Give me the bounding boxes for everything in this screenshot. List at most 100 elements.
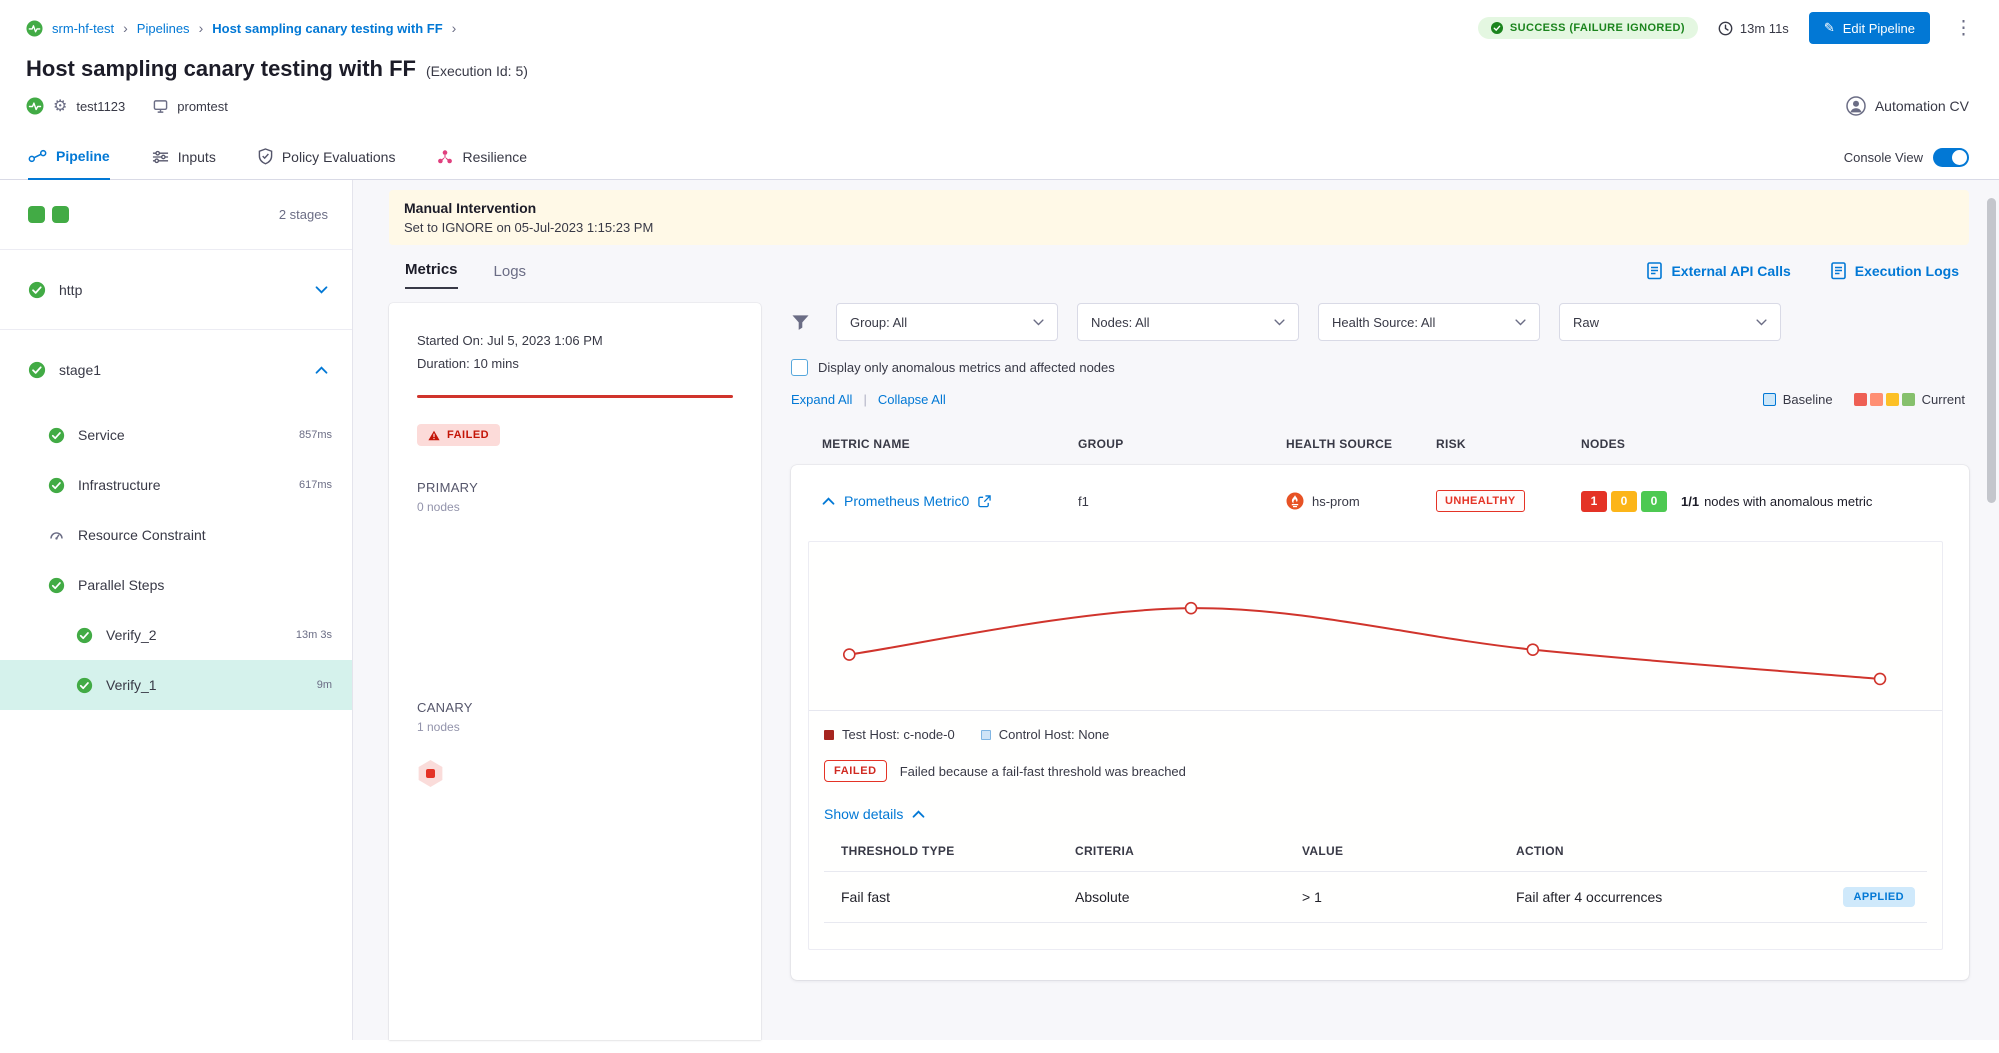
anomalous-checkbox[interactable] — [791, 359, 808, 376]
collapse-metric-chevron-icon[interactable] — [822, 497, 835, 505]
nodes-filter-select[interactable]: Nodes: All — [1077, 303, 1299, 341]
success-check-icon — [48, 577, 65, 594]
control-host-legend: Control Host: None — [981, 727, 1110, 742]
sidebar-step-verify-1[interactable]: Verify_1 9m — [0, 660, 352, 710]
criteria-cell: Absolute — [1075, 889, 1302, 905]
scrollbar-thumb[interactable] — [1987, 198, 1996, 503]
col-criteria: CRITERIA — [1075, 844, 1302, 858]
control-host-swatch — [981, 730, 991, 740]
sidebar-step-resource-constraint[interactable]: Resource Constraint — [0, 510, 352, 560]
node-count-badge: 1 — [1581, 491, 1607, 512]
sidebar-step-verify-2[interactable]: Verify_2 13m 3s — [0, 610, 352, 660]
col-group: GROUP — [1078, 437, 1286, 451]
sidebar-step-service[interactable]: Service 857ms — [0, 410, 352, 460]
breadcrumb-project[interactable]: srm-hf-test — [52, 21, 114, 36]
chevron-down-icon[interactable] — [315, 286, 328, 294]
data-type-select[interactable]: Raw — [1559, 303, 1781, 341]
external-api-calls-link[interactable]: External API Calls — [1647, 262, 1790, 280]
show-details-link[interactable]: Show details — [809, 782, 940, 822]
success-check-icon — [28, 281, 46, 299]
started-on: Started On: Jul 5, 2023 1:06 PM — [417, 333, 733, 348]
stage-status-square — [52, 206, 69, 223]
baseline-label: Baseline — [1783, 392, 1833, 407]
chevron-up-icon[interactable] — [315, 366, 328, 374]
failure-reason-row: FAILED Failed because a fail-fast thresh… — [809, 742, 1942, 782]
environment-name[interactable]: promtest — [177, 99, 228, 114]
metric-timeseries-chart[interactable] — [809, 542, 1942, 711]
inputs-icon — [152, 150, 169, 164]
external-link-icon[interactable] — [978, 495, 991, 508]
host-legend: Test Host: c-node-0 Control Host: None — [809, 711, 1942, 742]
gear-icon: ⚙ — [53, 96, 67, 116]
sidebar-step-infrastructure[interactable]: Infrastructure 617ms — [0, 460, 352, 510]
prometheus-icon — [1286, 492, 1304, 510]
title-row: Host sampling canary testing with FF (Ex… — [0, 44, 1999, 82]
document-icon — [1647, 262, 1663, 280]
tab-inputs[interactable]: Inputs — [152, 149, 216, 179]
tab-policy-evaluations[interactable]: Policy Evaluations — [258, 148, 396, 179]
node-badges: 100 — [1581, 491, 1667, 512]
expand-all-link[interactable]: Expand All — [791, 392, 852, 407]
chart-color-legend: Baseline Current — [1763, 392, 1969, 407]
sidebar-stage-stage1[interactable]: stage1 — [0, 330, 352, 410]
top-bar: srm-hf-test › Pipelines › Host sampling … — [0, 0, 1999, 44]
more-options-icon[interactable]: ⋮ — [1950, 17, 1977, 40]
step-duration: 9m — [317, 679, 332, 691]
failed-badge: FAILED — [824, 760, 887, 782]
service-name[interactable]: test1123 — [76, 99, 125, 114]
edit-pipeline-button[interactable]: ✎ Edit Pipeline — [1809, 12, 1930, 44]
threshold-table: THRESHOLD TYPE CRITERIA VALUE ACTION Fai… — [824, 844, 1927, 923]
nodes-summary: 1/1nodes with anomalous metric — [1681, 494, 1872, 509]
manual-intervention-banner: Manual Intervention Set to IGNORE on 05-… — [389, 190, 1969, 245]
toggle-knob — [1952, 150, 1967, 165]
tab-logs[interactable]: Logs — [494, 263, 527, 289]
metric-group: f1 — [1078, 494, 1286, 509]
breadcrumb-separator: › — [452, 20, 457, 36]
collapse-all-link[interactable]: Collapse All — [878, 392, 946, 407]
health-source-filter-select[interactable]: Health Source: All — [1318, 303, 1540, 341]
node-risk-dot — [426, 769, 435, 778]
sidebar-stage-http[interactable]: http — [0, 250, 352, 330]
pipeline-icon — [28, 149, 47, 163]
success-check-icon — [76, 677, 93, 694]
breadcrumb-page[interactable]: Host sampling canary testing with FF — [212, 21, 442, 36]
sidebar-step-parallel-steps[interactable]: Parallel Steps — [0, 560, 352, 610]
console-view-control: Console View — [1844, 148, 1969, 179]
execution-sidebar: 2 stages http stage1 Service 857ms Infra… — [0, 180, 353, 1040]
action-cell: Fail after 4 occurrences APPLIED — [1516, 887, 1915, 907]
verification-duration: Duration: 10 mins — [417, 356, 733, 371]
page-title: Host sampling canary testing with FF — [26, 56, 416, 82]
canary-node-hexagon[interactable] — [417, 760, 444, 787]
detail-tabs: Metrics Logs External API Calls Executio… — [389, 261, 1969, 289]
srm-health-icon — [26, 97, 44, 115]
tab-resilience[interactable]: Resilience — [437, 149, 527, 179]
chevron-up-icon — [912, 810, 925, 818]
current-risk-swatch — [1886, 393, 1899, 406]
stage-status-square — [28, 206, 45, 223]
col-metric-name: METRIC NAME — [822, 437, 1078, 451]
console-view-toggle[interactable] — [1933, 148, 1969, 167]
metric-detail-panel: Test Host: c-node-0 Control Host: None F… — [808, 541, 1943, 950]
canary-node-count: 1 nodes — [417, 720, 733, 734]
log-links: External API Calls Execution Logs — [1647, 262, 1969, 289]
meta-row: ⚙ test1123 promtest Automation CV — [0, 82, 1999, 116]
metric-name-link[interactable]: Prometheus Metric0 — [844, 493, 969, 509]
filters-row: Group: All Nodes: All Health Source: All… — [791, 303, 1969, 341]
test-host-swatch — [824, 730, 834, 740]
breadcrumb-pipelines[interactable]: Pipelines — [137, 21, 190, 36]
chevron-down-icon — [1033, 319, 1044, 326]
node-count-badges: 100 1/1nodes with anomalous metric — [1581, 491, 1969, 512]
execution-id: (Execution Id: 5) — [426, 63, 528, 79]
test-host-legend: Test Host: c-node-0 — [824, 727, 955, 742]
execution-logs-link[interactable]: Execution Logs — [1831, 262, 1959, 280]
step-details-panel: Manual Intervention Set to IGNORE on 05-… — [353, 180, 1999, 1040]
tab-pipeline[interactable]: Pipeline — [28, 148, 110, 180]
tab-metrics[interactable]: Metrics — [405, 261, 458, 289]
anomalous-filter-row: Display only anomalous metrics and affec… — [791, 359, 1969, 376]
primary-node-count: 0 nodes — [417, 500, 733, 514]
status-badge: SUCCESS (FAILURE IGNORED) — [1478, 17, 1698, 39]
filter-funnel-icon[interactable] — [791, 313, 810, 331]
metrics-table-header: METRIC NAME GROUP HEALTH SOURCE RISK NOD… — [791, 437, 1969, 451]
group-filter-select[interactable]: Group: All — [836, 303, 1058, 341]
shield-check-icon — [258, 148, 273, 165]
